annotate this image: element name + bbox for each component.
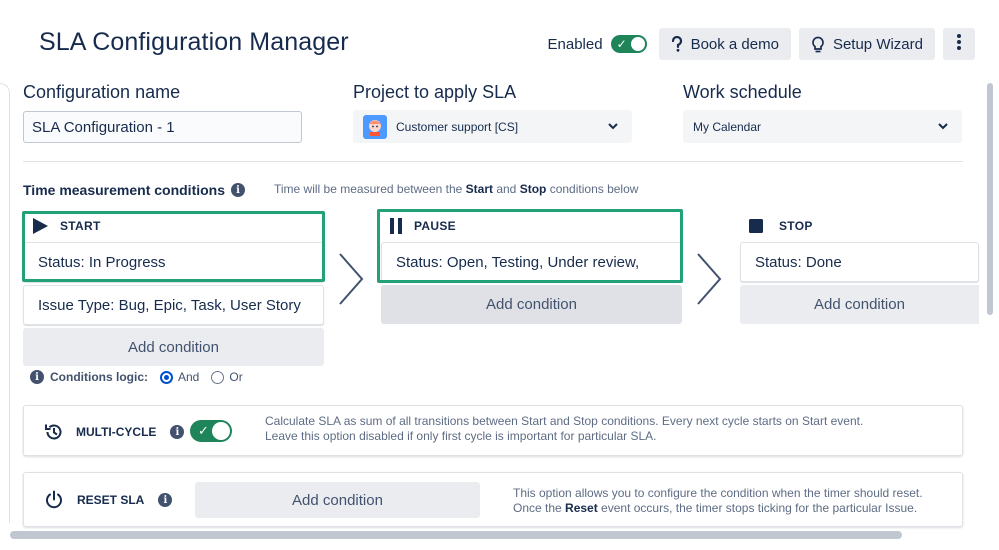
logic-and-label: And xyxy=(178,370,200,384)
reset-desc-suffix: event occurs, the timer stops ticking fo… xyxy=(597,501,918,515)
schedule-label: Work schedule xyxy=(683,82,802,102)
conditions-hint: Time will be measured between the Start … xyxy=(274,182,638,196)
start-column: START Status: In Progress Issue Type: Bu… xyxy=(23,210,324,366)
info-icon[interactable]: i xyxy=(231,183,246,197)
hint-start: Start xyxy=(465,182,493,196)
start-label: START xyxy=(60,219,101,233)
power-icon xyxy=(44,490,64,510)
logic-label: Conditions logic: xyxy=(50,370,148,384)
reset-sla-description: This option allows you to configure the … xyxy=(513,486,923,516)
reset-sla-card: RESET SLA i Add condition This option al… xyxy=(23,472,963,527)
reset-desc-bold: Reset xyxy=(565,501,598,515)
conditions-logic: i Conditions logic: And Or xyxy=(30,370,255,384)
hint-text: Time will be measured between the xyxy=(274,182,466,196)
conditions-title: Time measurement conditions i xyxy=(23,182,246,198)
check-icon: ✓ xyxy=(616,37,627,51)
hint-stop: Stop xyxy=(519,182,547,196)
logic-or-label: Or xyxy=(229,370,243,384)
history-icon xyxy=(44,422,64,442)
reset-desc-line1: This option allows you to configure the … xyxy=(513,486,923,500)
reset-sla-label: RESET SLA xyxy=(77,493,145,507)
pause-column: PAUSE Status: Open, Testing, Under revie… xyxy=(381,210,682,324)
more-options-button[interactable] xyxy=(943,28,975,60)
start-header: START xyxy=(23,210,324,242)
multi-cycle-toggle[interactable]: ✓ xyxy=(190,420,232,442)
more-vertical-icon xyxy=(957,34,961,54)
info-icon[interactable]: i xyxy=(30,370,44,384)
reset-add-condition-button[interactable]: Add condition xyxy=(195,482,480,518)
hint-and: and xyxy=(493,182,520,196)
multi-cycle-card: MULTI-CYCLE i ✓ Calculate SLA as sum of … xyxy=(23,405,963,456)
project-label: Project to apply SLA xyxy=(353,82,517,102)
setup-wizard-label: Setup Wizard xyxy=(832,35,923,53)
toggle-knob xyxy=(212,422,230,440)
lightbulb-icon xyxy=(811,36,825,53)
multi-cycle-desc-line2: Leave this option disabled if only first… xyxy=(265,429,657,443)
start-condition-status[interactable]: Status: In Progress xyxy=(23,242,324,282)
schedule-select[interactable]: My Calendar xyxy=(683,110,962,143)
info-icon[interactable]: i xyxy=(158,493,173,507)
schedule-value: My Calendar xyxy=(693,119,762,134)
divider xyxy=(23,161,963,162)
chevron-right-icon xyxy=(338,252,364,311)
chevron-right-icon xyxy=(696,252,722,311)
horizontal-scrollbar[interactable] xyxy=(10,531,902,539)
info-icon[interactable]: i xyxy=(170,425,185,439)
check-icon: ✓ xyxy=(198,423,209,438)
vertical-scrollbar[interactable] xyxy=(987,83,993,315)
pause-icon xyxy=(390,218,402,234)
chevron-down-icon xyxy=(938,120,948,135)
pause-label: PAUSE xyxy=(414,219,456,233)
enabled-label: Enabled xyxy=(547,35,603,53)
config-name-label: Configuration name xyxy=(23,82,181,102)
config-name-input[interactable] xyxy=(23,111,302,143)
play-icon xyxy=(33,218,48,234)
stop-add-condition-button[interactable]: Add condition xyxy=(740,285,979,324)
book-demo-label: Book a demo xyxy=(690,35,779,53)
hint-suffix: conditions below xyxy=(546,182,639,196)
logic-and-radio[interactable] xyxy=(160,370,173,384)
stop-icon xyxy=(749,219,763,233)
multi-cycle-description: Calculate SLA as sum of all transitions … xyxy=(265,414,863,444)
header-actions: Enabled ✓ Book a demo Setup Wizard xyxy=(547,28,975,60)
conditions-title-text: Time measurement conditions xyxy=(23,182,226,198)
start-condition-issue-type[interactable]: Issue Type: Bug, Epic, Task, User Story xyxy=(23,285,324,325)
reset-desc-prefix: Once the xyxy=(513,501,566,515)
project-select[interactable]: Customer support [CS] xyxy=(353,110,632,143)
pause-add-condition-button[interactable]: Add condition xyxy=(381,285,682,324)
multi-cycle-label: MULTI-CYCLE xyxy=(76,425,157,439)
enabled-toggle[interactable]: ✓ xyxy=(610,35,647,53)
project-avatar xyxy=(363,114,387,139)
help-icon xyxy=(671,36,683,52)
toggle-knob xyxy=(630,37,645,51)
setup-wizard-button[interactable]: Setup Wizard xyxy=(798,28,935,60)
stop-label: STOP xyxy=(779,219,813,233)
project-value: Customer support [CS] xyxy=(396,119,519,134)
reset-desc-line2: Once the Reset event occurs, the timer s… xyxy=(513,501,923,516)
stop-column: STOP Status: Done Add condition xyxy=(740,210,979,324)
pause-condition-status[interactable]: Status: Open, Testing, Under review, xyxy=(381,242,682,282)
book-demo-button[interactable]: Book a demo xyxy=(658,28,791,60)
start-add-condition-button[interactable]: Add condition xyxy=(23,328,324,366)
logic-or-radio[interactable] xyxy=(211,370,225,384)
stop-condition-status[interactable]: Status: Done xyxy=(740,242,979,282)
reset-sla-heading: RESET SLA i xyxy=(44,490,173,510)
pause-header: PAUSE xyxy=(381,210,682,242)
panel-border xyxy=(0,83,10,523)
multi-cycle-desc-line1: Calculate SLA as sum of all transitions … xyxy=(265,414,864,428)
chevron-down-icon xyxy=(608,120,618,135)
stop-header: STOP xyxy=(740,210,979,242)
multi-cycle-heading: MULTI-CYCLE i xyxy=(44,422,185,442)
page-title: SLA Configuration Manager xyxy=(39,28,349,56)
